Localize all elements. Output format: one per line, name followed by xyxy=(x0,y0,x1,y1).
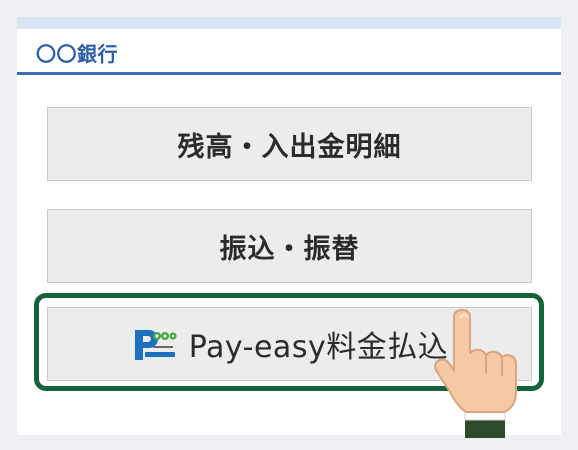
payeasy-payment-label: Pay-easy料金払込 xyxy=(188,330,449,365)
pointing-hand-icon xyxy=(434,309,517,438)
transfer-button[interactable]: 振込・振替 xyxy=(47,209,532,283)
balance-statement-label: 残高・入出金明細 xyxy=(177,131,402,163)
bank-header: 〇〇銀行 xyxy=(17,29,561,75)
transfer-label: 振込・振替 xyxy=(219,233,360,265)
bank-name: 〇〇銀行 xyxy=(36,42,118,66)
pay-easy-logo-icon xyxy=(134,330,177,360)
balance-statement-button[interactable]: 残高・入出金明細 xyxy=(47,107,532,181)
top-strip xyxy=(17,17,561,29)
